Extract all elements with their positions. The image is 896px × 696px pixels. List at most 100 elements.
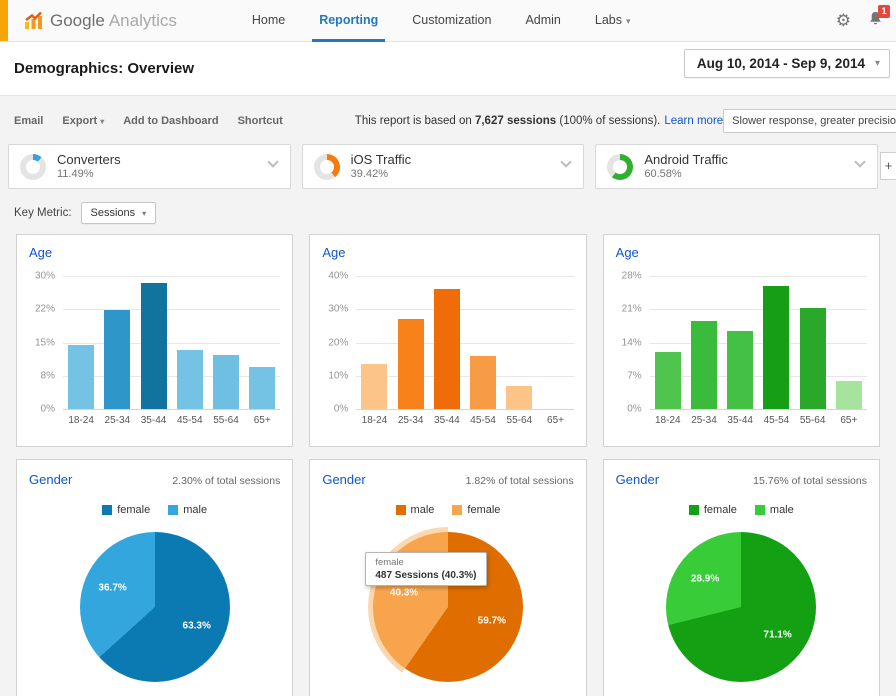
y-axis-tick-label: 0%: [627, 404, 641, 415]
brand-word-analytics: Analytics: [109, 11, 177, 31]
segment-card-android-traffic[interactable]: Android Traffic 60.58%: [595, 144, 878, 189]
age-bar-18-24[interactable]: [361, 364, 387, 409]
export-button[interactable]: Export▾: [62, 115, 104, 127]
x-axis-label: 55-64: [208, 415, 244, 426]
legend-item-male[interactable]: male: [755, 504, 794, 516]
age-bar-55-64[interactable]: [213, 355, 239, 409]
precision-label: Slower response, greater precision: [732, 115, 896, 127]
y-axis: 40%30%20%10%0%: [322, 276, 356, 409]
age-bar-chart: 28%21%14%7%0% 18-2425-3435-4445-5455-646…: [616, 276, 867, 426]
x-axis-label: 25-34: [99, 415, 135, 426]
segment-text: Converters 11.49%: [57, 152, 121, 181]
nav-home[interactable]: Home: [235, 0, 302, 42]
x-axis-label: 65+: [831, 415, 867, 426]
plot-area: [63, 276, 280, 409]
y-axis-tick-label: 28%: [622, 271, 642, 282]
x-axis-label: 45-54: [465, 415, 501, 426]
chevron-down-icon[interactable]: [267, 156, 278, 167]
brand-logo[interactable]: Google Analytics: [24, 11, 177, 31]
date-range-selector[interactable]: Aug 10, 2014 - Sep 9, 2014 ▾: [684, 49, 890, 78]
y-axis-tick-label: 15%: [35, 337, 55, 348]
bar-slot: [465, 276, 501, 409]
bars-group: [650, 276, 867, 409]
gridline: [356, 409, 573, 410]
bar-slot: [244, 276, 280, 409]
pie-chart: 71.1%28.9%: [661, 527, 821, 687]
bar-slot: [722, 276, 758, 409]
chevron-down-icon[interactable]: [561, 156, 572, 167]
y-axis-tick-label: 40%: [328, 271, 348, 282]
nav-reporting[interactable]: Reporting: [302, 0, 395, 42]
key-metric-dropdown[interactable]: Sessions ▾: [81, 202, 157, 224]
pie-legend: female male: [29, 504, 280, 516]
segment-name: Converters: [57, 152, 121, 168]
shortcut-button[interactable]: Shortcut: [238, 115, 283, 127]
gear-icon[interactable]: ⚙: [836, 11, 851, 31]
precision-dropdown[interactable]: Slower response, greater precision ▾: [723, 109, 896, 133]
nav-labs[interactable]: Labs▾: [578, 0, 648, 42]
top-navbar: Google Analytics Home Reporting Customiz…: [0, 0, 896, 42]
nav-admin[interactable]: Admin: [508, 0, 577, 42]
notifications-bell[interactable]: 1: [867, 10, 884, 32]
age-bar-45-54[interactable]: [177, 350, 203, 409]
bar-slot: [795, 276, 831, 409]
pie-legend: male female: [322, 504, 573, 516]
total-sessions-note: 1.82% of total sessions: [466, 475, 574, 487]
segment-card-ios-traffic[interactable]: iOS Traffic 39.42%: [302, 144, 585, 189]
legend-item-female[interactable]: female: [102, 504, 150, 516]
bar-slot: [356, 276, 392, 409]
age-bar-45-54[interactable]: [763, 286, 789, 410]
segment-value: 60.58%: [644, 168, 728, 181]
age-bar-25-34[interactable]: [691, 321, 717, 409]
gender-pie[interactable]: [80, 532, 230, 682]
chart-title: Gender: [322, 472, 365, 487]
age-bar-18-24[interactable]: [68, 345, 94, 409]
add-segment-button[interactable]: +: [880, 152, 896, 180]
tooltip-slice-label: female: [375, 557, 476, 568]
age-chart-panel-android: Age 28%21%14%7%0% 18-2425-3435-4445-5455…: [603, 234, 880, 447]
y-axis-tick-label: 22%: [35, 304, 55, 315]
age-bar-65+[interactable]: [249, 367, 275, 409]
age-bar-18-24[interactable]: [655, 352, 681, 409]
chart-title: Age: [29, 245, 280, 260]
legend-item-male[interactable]: male: [396, 504, 435, 516]
chart-title: Gender: [616, 472, 659, 487]
pie-slice-label-female: 40.3%: [390, 588, 418, 599]
nav-customization[interactable]: Customization: [395, 0, 508, 42]
bar-slot: [686, 276, 722, 409]
age-bar-35-44[interactable]: [434, 289, 460, 409]
age-bar-35-44[interactable]: [727, 331, 753, 409]
x-axis-label: 35-44: [429, 415, 465, 426]
pie-tooltip: female 487 Sessions (40.3%): [365, 552, 486, 586]
age-bar-chart: 30%22%15%8%0% 18-2425-3435-4445-5455-646…: [29, 276, 280, 426]
tooltip-slice-value: 487 Sessions (40.3%): [375, 570, 476, 581]
legend-item-female[interactable]: female: [452, 504, 500, 516]
legend-item-male[interactable]: male: [168, 504, 207, 516]
gender-pie[interactable]: [666, 532, 816, 682]
x-axis-label: 18-24: [650, 415, 686, 426]
age-bar-45-54[interactable]: [470, 356, 496, 409]
age-bar-65+[interactable]: [836, 381, 862, 410]
legend-item-female[interactable]: female: [689, 504, 737, 516]
x-axis-label: 35-44: [722, 415, 758, 426]
chevron-down-icon[interactable]: [854, 156, 865, 167]
age-bar-25-34[interactable]: [398, 319, 424, 409]
email-button[interactable]: Email: [14, 115, 43, 127]
x-axis-label: 65+: [537, 415, 573, 426]
toolbar-actions: Email Export▾ Add to Dashboard Shortcut: [14, 115, 283, 127]
add-to-dashboard-button[interactable]: Add to Dashboard: [123, 115, 218, 127]
plot-area: [356, 276, 573, 409]
segment-card-converters[interactable]: Converters 11.49%: [8, 144, 291, 189]
brand-accent-strip: [0, 0, 8, 41]
age-bar-55-64[interactable]: [506, 386, 532, 409]
page-title: Demographics: Overview: [14, 60, 194, 77]
total-sessions-note: 2.30% of total sessions: [172, 475, 280, 487]
age-bar-55-64[interactable]: [800, 308, 826, 409]
age-bar-25-34[interactable]: [104, 310, 130, 409]
learn-more-link[interactable]: Learn more: [664, 115, 723, 127]
pie-slice-label-female: 71.1%: [763, 630, 791, 641]
x-axis-label: 18-24: [356, 415, 392, 426]
age-bar-35-44[interactable]: [141, 283, 167, 409]
segment-value: 11.49%: [57, 168, 121, 181]
bar-slot: [99, 276, 135, 409]
